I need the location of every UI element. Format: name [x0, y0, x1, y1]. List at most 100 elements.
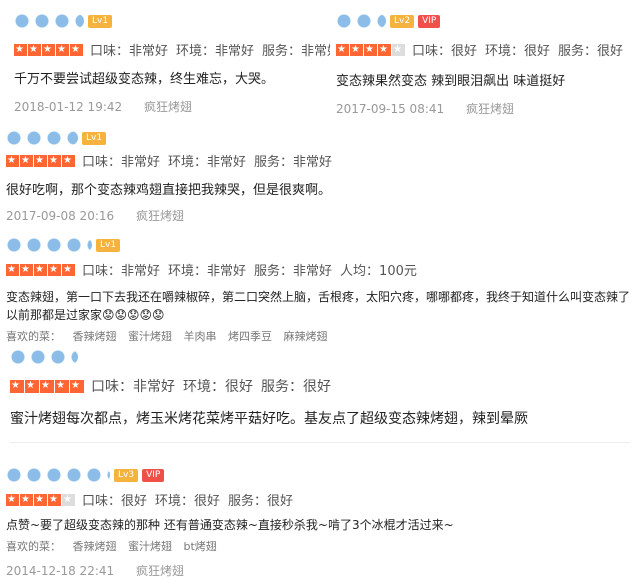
- star-icon: [48, 154, 61, 167]
- star-icon: [392, 43, 405, 56]
- favorite-dish[interactable]: 蜜汁烤翅: [128, 330, 172, 343]
- level-badge: Lv2: [390, 14, 415, 28]
- review-card: Lv1 口味：非常好 环境：非常好 服务：非常好 很好吃啊，那个变态辣鸡翅直接把…: [0, 125, 640, 230]
- favorite-dish[interactable]: bt烤翅: [184, 540, 217, 553]
- avatar[interactable]: [10, 350, 78, 364]
- review-text: 很好吃啊，那个变态辣鸡翅直接把我辣哭，但是很爽啊。: [6, 183, 332, 198]
- star-icon: [62, 154, 75, 167]
- rating-taste: 口味：很好: [412, 44, 478, 59]
- star-icon: [62, 493, 75, 506]
- review-card: 口味：非常好 环境：很好 服务：很好 蜜汁烤翅每次都点，烤玉米烤花菜烤平菇好吃。…: [0, 346, 640, 456]
- avatar[interactable]: [6, 131, 78, 145]
- rating-environment: 环境：非常好: [168, 264, 247, 279]
- star-icon: [20, 263, 33, 276]
- review-text: 变态辣果然变态 辣到眼泪飙出 味道挺好: [336, 74, 566, 89]
- vip-badge: VIP: [142, 468, 165, 482]
- review-card: Lv3 VIP 口味：很好 环境：很好 服务：很好 点赞~要了超级变态辣的那种 …: [0, 462, 640, 584]
- vip-badge: VIP: [418, 14, 441, 28]
- star-icon: [56, 43, 69, 56]
- shop-link[interactable]: 疯狂烤翅: [144, 100, 192, 114]
- level-badge: Lv1: [82, 131, 107, 145]
- star-icon: [6, 154, 19, 167]
- star-icon: [62, 263, 75, 276]
- star-rating: [336, 43, 406, 56]
- shop-link[interactable]: 疯狂烤翅: [136, 209, 184, 223]
- rating-taste: 口味：非常好: [82, 155, 161, 170]
- star-icon: [25, 379, 39, 393]
- favorite-dishes-label: 喜欢的菜：: [6, 540, 61, 553]
- star-icon: [350, 43, 363, 56]
- favorite-dish[interactable]: 羊肉串: [184, 330, 217, 343]
- shop-link[interactable]: 疯狂烤翅: [466, 102, 514, 116]
- rating-service: 服务：很好: [261, 379, 331, 395]
- favorite-dish[interactable]: 香辣烤翅: [73, 540, 117, 553]
- star-icon: [14, 43, 27, 56]
- star-icon: [378, 43, 391, 56]
- star-icon: [34, 263, 47, 276]
- favorite-dish[interactable]: 蜜汁烤翅: [128, 540, 172, 553]
- star-icon: [70, 43, 83, 56]
- shop-link[interactable]: 疯狂烤翅: [136, 564, 184, 578]
- favorite-dishes-label: 喜欢的菜：: [6, 330, 61, 343]
- star-rating: [6, 493, 76, 506]
- avatar[interactable]: [6, 468, 110, 482]
- level-badge: Lv1: [96, 238, 121, 252]
- favorite-dish[interactable]: 香辣烤翅: [73, 330, 117, 343]
- review-text: 蜜汁烤翅每次都点，烤玉米烤花菜烤平菇好吃。基友点了超级变态辣烤翅，辣到晕厥: [10, 411, 528, 427]
- rating-service: 服务：非常好: [254, 155, 333, 170]
- rating-service: 服务：很好: [228, 494, 294, 509]
- rating-taste: 口味：非常好: [82, 264, 161, 279]
- review-text: 点赞~要了超级变态辣的那种 还有普通变态辣~直接秒杀我~啃了3个冰棍才活过来~: [6, 518, 454, 532]
- star-icon: [40, 379, 54, 393]
- rating-service: 服务：非常好: [262, 44, 341, 59]
- star-icon: [42, 43, 55, 56]
- level-badge: Lv3: [114, 468, 139, 482]
- review-date: 2018-01-12 19:42: [14, 100, 123, 114]
- level-badge: Lv1: [88, 14, 113, 28]
- star-icon: [28, 43, 41, 56]
- rating-service: 服务：很好: [558, 44, 624, 59]
- review-card: Lv1 口味：非常好 环境：非常好 服务：非常好 千万不要尝试超级变态辣，终生难…: [0, 0, 340, 125]
- star-rating: [14, 43, 84, 56]
- rating-service: 服务：非常好: [254, 264, 333, 279]
- star-icon: [48, 263, 61, 276]
- star-icon: [34, 154, 47, 167]
- divider: [10, 442, 630, 443]
- star-icon: [34, 493, 47, 506]
- rating-environment: 环境：非常好: [168, 155, 247, 170]
- star-icon: [20, 154, 33, 167]
- star-icon: [336, 43, 349, 56]
- rating-taste: 口味：非常好: [91, 379, 175, 395]
- star-icon: [48, 493, 61, 506]
- star-icon: [6, 263, 19, 276]
- star-icon: [55, 379, 69, 393]
- avatar[interactable]: [336, 14, 386, 28]
- review-text: 千万不要尝试超级变态辣，终生难忘，大哭。: [14, 72, 275, 87]
- review-text-line: 以前那都是过家家😟😟😟😟😟: [6, 308, 165, 322]
- rating-taste: 口味：非常好: [90, 44, 169, 59]
- favorite-dish[interactable]: 麻辣烤翅: [284, 330, 328, 343]
- star-rating: [6, 263, 76, 276]
- rating-environment: 环境：很好: [155, 494, 221, 509]
- avatar[interactable]: [6, 238, 92, 252]
- review-card: Lv1 口味：非常好 环境：非常好 服务：非常好 人均：100元 变态辣翅，第一…: [0, 234, 640, 344]
- star-icon: [364, 43, 377, 56]
- rating-taste: 口味：很好: [82, 494, 148, 509]
- rating-environment: 环境：很好: [183, 379, 253, 395]
- review-date: 2017-09-15 08:41: [336, 102, 445, 116]
- star-icon: [20, 493, 33, 506]
- favorite-dish[interactable]: 烤四季豆: [228, 330, 272, 343]
- star-rating: [6, 154, 76, 167]
- rating-price: 人均：100元: [340, 264, 417, 279]
- review-card: Lv2 VIP 口味：很好 环境：很好 服务：很好 变态辣果然变态 辣到眼泪飙出…: [330, 0, 640, 125]
- avatar[interactable]: [14, 14, 84, 28]
- review-date: 2014-12-18 22:41: [6, 564, 115, 578]
- star-icon: [10, 379, 24, 393]
- star-icon: [6, 493, 19, 506]
- star-icon: [70, 379, 84, 393]
- review-date: 2017-09-08 20:16: [6, 209, 115, 223]
- star-rating: [10, 379, 85, 393]
- review-text-line: 变态辣翅，第一口下去我还在嚼辣椒碎，第二口突然上脑，舌根疼，太阳穴疼，哪哪都疼，…: [6, 290, 631, 304]
- rating-environment: 环境：非常好: [176, 44, 255, 59]
- rating-environment: 环境：很好: [485, 44, 551, 59]
